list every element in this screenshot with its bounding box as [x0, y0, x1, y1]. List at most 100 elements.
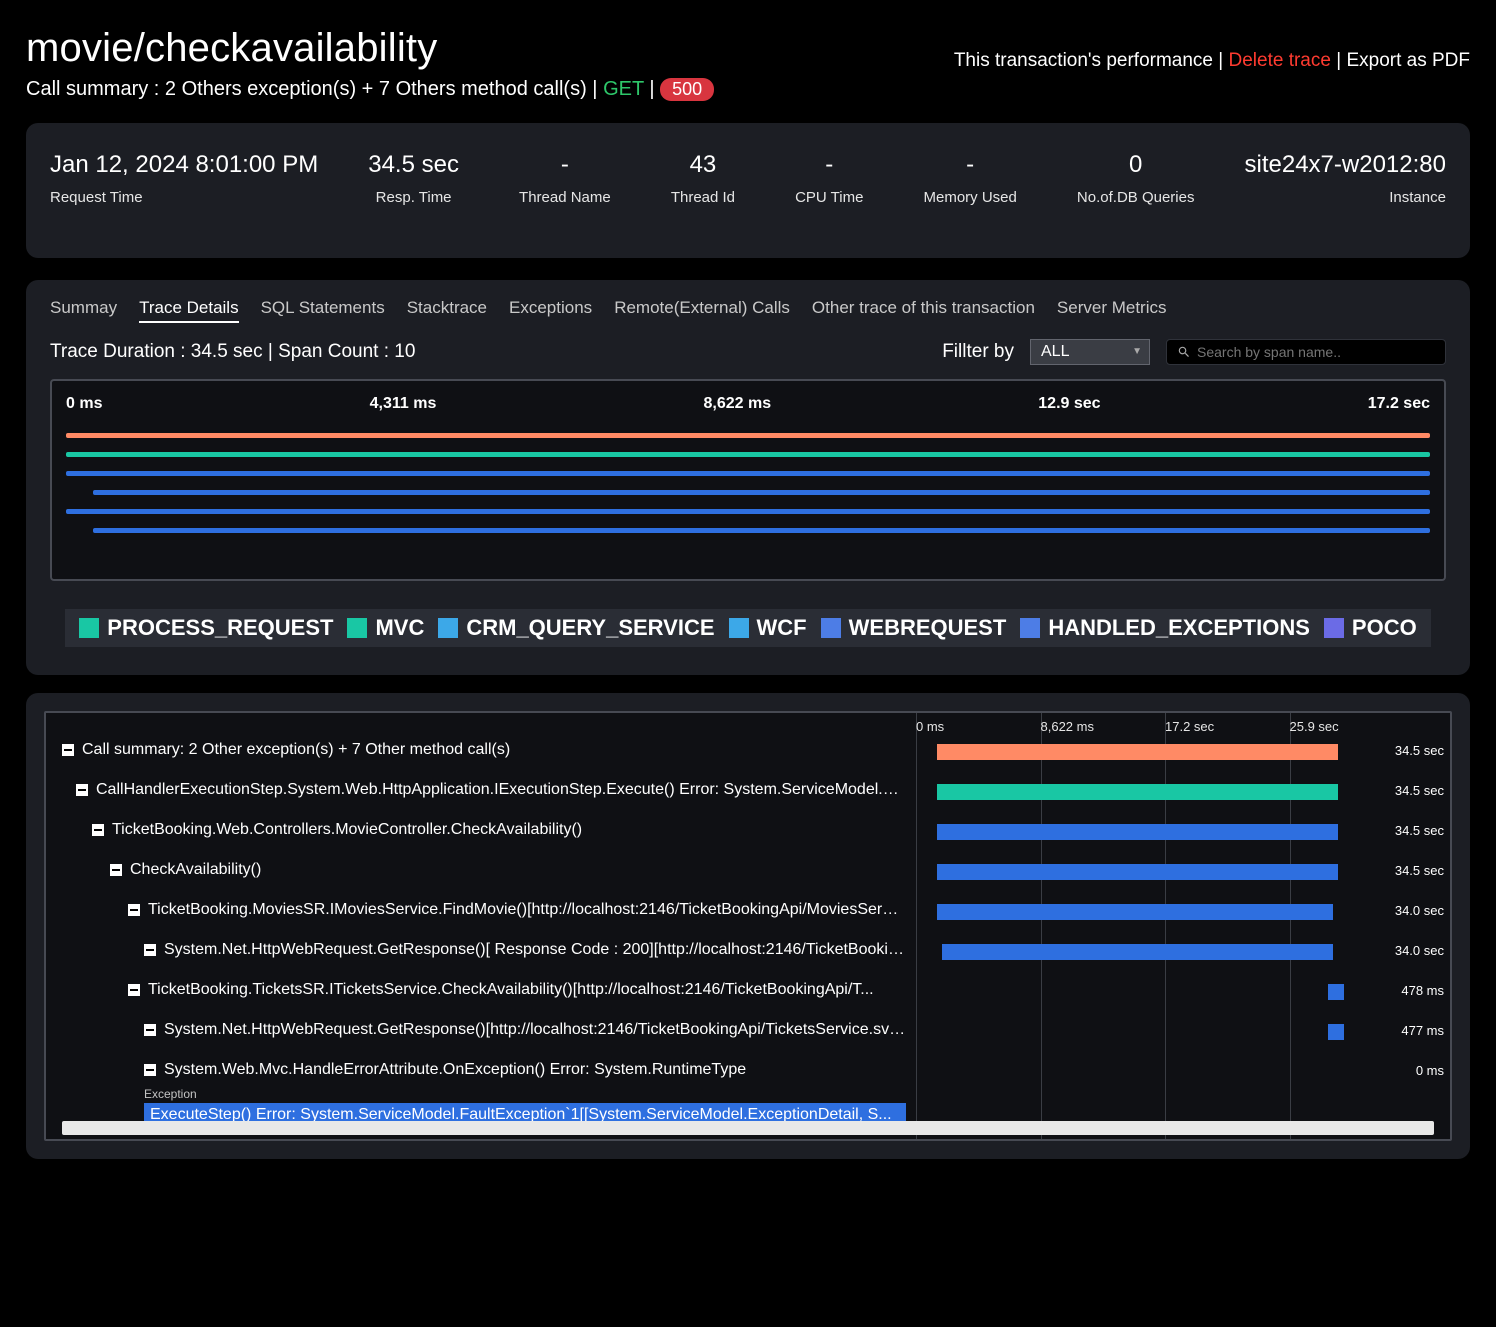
- gantt-row: 34.0 sec: [916, 941, 1444, 963]
- collapse-icon[interactable]: [76, 784, 88, 796]
- legend-item: MVC: [347, 615, 424, 641]
- gantt-bar[interactable]: [937, 864, 1338, 880]
- tree-row[interactable]: TicketBooking.Web.Controllers.MovieContr…: [62, 821, 906, 839]
- axis-tick: 12.9 sec: [1038, 395, 1100, 413]
- span-tree[interactable]: Call summary: 2 Other exception(s) + 7 O…: [46, 713, 916, 1139]
- tree-row[interactable]: CheckAvailability(): [62, 861, 906, 879]
- metric: -CPU Time: [765, 151, 893, 206]
- tab-exceptions[interactable]: Exceptions: [509, 298, 592, 323]
- collapse-icon[interactable]: [144, 1024, 156, 1036]
- page-title: movie/checkavailability: [26, 26, 437, 71]
- tree-row[interactable]: System.Net.HttpWebRequest.GetResponse()[…: [62, 1021, 906, 1039]
- collapse-icon[interactable]: [62, 744, 74, 756]
- gantt-bar[interactable]: [937, 824, 1338, 840]
- exception-label: Exception: [62, 1087, 906, 1101]
- filter-select[interactable]: ALL: [1030, 339, 1150, 365]
- tab-sql-statements[interactable]: SQL Statements: [261, 298, 385, 323]
- axis-tick: 17.2 sec: [1165, 719, 1290, 734]
- gantt-value: 34.5 sec: [1395, 783, 1444, 798]
- tree-row[interactable]: TicketBooking.MoviesSR.IMoviesService.Fi…: [62, 901, 906, 919]
- axis-tick: 8,622 ms: [704, 395, 772, 413]
- timeline-span: [66, 471, 1430, 476]
- tab-stacktrace[interactable]: Stacktrace: [407, 298, 487, 323]
- timeline-span: [66, 452, 1430, 457]
- gantt-value: 34.5 sec: [1395, 863, 1444, 878]
- tree-row[interactable]: CallHandlerExecutionStep.System.Web.Http…: [62, 781, 906, 799]
- gantt-value: 34.5 sec: [1395, 823, 1444, 838]
- timeline-span: [66, 509, 1430, 514]
- legend-swatch: [347, 618, 367, 638]
- gantt-bar[interactable]: [1328, 1024, 1344, 1040]
- legend-item: WEBREQUEST: [821, 615, 1007, 641]
- gantt-value: 0 ms: [1416, 1063, 1444, 1078]
- span-tree-panel: Call summary: 2 Other exception(s) + 7 O…: [26, 693, 1470, 1159]
- link-transaction-performance[interactable]: This transaction's performance: [954, 50, 1213, 71]
- link-export-pdf[interactable]: Export as PDF: [1346, 50, 1470, 71]
- axis-tick: 4,311 ms: [370, 395, 437, 413]
- collapse-icon[interactable]: [144, 1064, 156, 1076]
- collapse-icon[interactable]: [128, 904, 140, 916]
- axis-tick: 25.9 sec: [1290, 719, 1415, 734]
- tree-row[interactable]: System.Web.Mvc.HandleErrorAttribute.OnEx…: [62, 1061, 906, 1079]
- metric: Jan 12, 2024 8:01:00 PMRequest Time: [50, 151, 338, 206]
- gantt-bar[interactable]: [937, 744, 1338, 760]
- tab-summay[interactable]: Summay: [50, 298, 117, 323]
- search-box[interactable]: [1166, 339, 1446, 365]
- gantt-value: 34.5 sec: [1395, 743, 1444, 758]
- gantt-value: 478 ms: [1401, 983, 1444, 998]
- tab-other-trace-of-this-transaction[interactable]: Other trace of this transaction: [812, 298, 1035, 323]
- gantt-value: 34.0 sec: [1395, 943, 1444, 958]
- tab-remote-external-calls[interactable]: Remote(External) Calls: [614, 298, 790, 323]
- collapse-icon[interactable]: [144, 944, 156, 956]
- link-delete-trace[interactable]: Delete trace: [1229, 50, 1331, 71]
- collapse-icon[interactable]: [92, 824, 104, 836]
- gantt-row: 34.5 sec: [916, 781, 1444, 803]
- legend-item: HANDLED_EXCEPTIONS: [1020, 615, 1310, 641]
- axis-tick: 0 ms: [916, 719, 1041, 734]
- legend-swatch: [438, 618, 458, 638]
- gantt-bar[interactable]: [937, 784, 1338, 800]
- timeline-span: [93, 528, 1430, 533]
- timeline-chart: 0 ms 4,311 ms 8,622 ms 12.9 sec 17.2 sec: [50, 379, 1446, 581]
- gantt-row: 34.5 sec: [916, 861, 1444, 883]
- filter-label: Fillter by: [942, 341, 1014, 363]
- timeline-span: [66, 433, 1430, 438]
- metric: site24x7-w2012:80Instance: [1225, 151, 1446, 206]
- timeline-span: [93, 490, 1430, 495]
- tabs: Summay Trace Details SQL Statements Stacktr…: [50, 298, 1446, 323]
- tree-row[interactable]: Call summary: 2 Other exception(s) + 7 O…: [62, 741, 906, 759]
- gantt-bar[interactable]: [942, 944, 1333, 960]
- legend-swatch: [1324, 618, 1344, 638]
- collapse-icon[interactable]: [128, 984, 140, 996]
- trace-panel: Summay Trace Details SQL Statements Stacktr…: [26, 280, 1470, 675]
- search-input[interactable]: [1197, 344, 1435, 360]
- gantt-row: 0 ms: [916, 1061, 1444, 1083]
- legend-item: PROCESS_REQUEST: [79, 615, 333, 641]
- metric: 0No.of.DB Queries: [1047, 151, 1225, 206]
- gantt-value: 477 ms: [1401, 1023, 1444, 1038]
- metrics-panel: Jan 12, 2024 8:01:00 PMRequest Time34.5 …: [26, 123, 1470, 258]
- status-badge: 500: [660, 78, 714, 101]
- legend-item: POCO: [1324, 615, 1417, 641]
- gantt-bar[interactable]: [937, 904, 1333, 920]
- trace-duration-label: Trace Duration : 34.5 sec | Span Count :…: [50, 341, 415, 363]
- axis-tick: 0 ms: [66, 395, 102, 413]
- gantt-chart: 0 ms8,622 ms17.2 sec25.9 sec 34.5 sec34.…: [916, 713, 1450, 1139]
- gantt-row: 34.5 sec: [916, 821, 1444, 843]
- axis-tick: 17.2 sec: [1368, 395, 1430, 413]
- tree-row[interactable]: TicketBooking.TicketsSR.ITicketsService.…: [62, 981, 906, 999]
- gantt-row: 478 ms: [916, 981, 1444, 1003]
- horizontal-scrollbar[interactable]: [62, 1121, 1434, 1135]
- tree-row[interactable]: System.Net.HttpWebRequest.GetResponse()[…: [62, 941, 906, 959]
- tab-trace-details[interactable]: Trace Details: [139, 298, 239, 323]
- legend-swatch: [79, 618, 99, 638]
- gantt-value: 34.0 sec: [1395, 903, 1444, 918]
- gantt-bar[interactable]: [1328, 984, 1344, 1000]
- metric: -Thread Name: [489, 151, 641, 206]
- collapse-icon[interactable]: [110, 864, 122, 876]
- legend-swatch: [821, 618, 841, 638]
- legend-item: CRM_QUERY_SERVICE: [438, 615, 714, 641]
- gantt-row: 477 ms: [916, 1021, 1444, 1043]
- axis-tick: 8,622 ms: [1041, 719, 1166, 734]
- tab-server-metrics[interactable]: Server Metrics: [1057, 298, 1167, 323]
